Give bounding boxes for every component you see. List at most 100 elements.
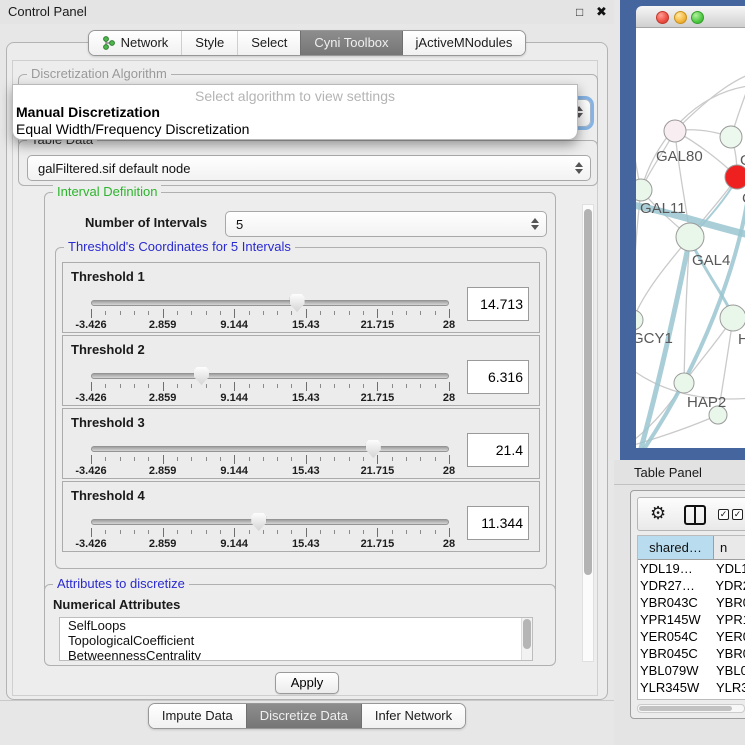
- slider-track[interactable]: [91, 300, 449, 306]
- number-of-intervals-combobox[interactable]: 5: [225, 211, 547, 237]
- network-node[interactable]: [720, 305, 745, 331]
- table-cell[interactable]: YPR145W: [638, 611, 714, 628]
- checkbox-icon[interactable]: ✓: [732, 509, 743, 520]
- slider-track[interactable]: [91, 519, 449, 525]
- tick-label: 2.859: [149, 392, 177, 404]
- close-traffic-light-icon[interactable]: [656, 11, 669, 24]
- network-node[interactable]: [674, 373, 694, 393]
- table-row[interactable]: YPR145WYPR1: [638, 611, 745, 628]
- tick-mark: [406, 530, 407, 534]
- column-header-name[interactable]: n: [714, 536, 745, 559]
- threshold-value-field[interactable]: [467, 506, 529, 540]
- table-cell[interactable]: YBR0: [714, 645, 745, 662]
- network-node[interactable]: [664, 120, 686, 142]
- table-cell[interactable]: YBR043C: [638, 594, 714, 611]
- table-data-combobox[interactable]: galFiltered.sif default node: [27, 155, 591, 181]
- control-panel-scrollbar[interactable]: [582, 204, 594, 662]
- table-cell[interactable]: YDL19…: [638, 560, 714, 577]
- tick-mark: [134, 457, 135, 461]
- tab-impute-data[interactable]: Impute Data: [149, 704, 246, 728]
- close-icon[interactable]: ✖: [596, 4, 607, 20]
- threshold-value-field[interactable]: [467, 360, 529, 394]
- table-cell[interactable]: YER0: [714, 628, 745, 645]
- table-cell[interactable]: YLR3: [714, 679, 745, 696]
- table-cell[interactable]: YIL053C: [638, 696, 714, 700]
- tick-mark: [220, 311, 221, 315]
- node-table[interactable]: shared… n YDL19…YDL1YDR27…YDR2YBR043CYBR…: [637, 535, 745, 700]
- dropdown-placeholder: Select algorithm to view settings: [13, 85, 577, 104]
- tab-style[interactable]: Style: [181, 31, 237, 55]
- attribute-list-item[interactable]: TopologicalCoefficient: [60, 633, 532, 648]
- tick-label: 28: [443, 392, 455, 404]
- minimize-traffic-light-icon[interactable]: [674, 11, 687, 24]
- table-cell[interactable]: YER054C: [638, 628, 714, 645]
- slider-track[interactable]: [91, 373, 449, 379]
- attribute-list-item[interactable]: SelfLoops: [60, 618, 532, 633]
- table-cell[interactable]: YLR345W: [638, 679, 714, 696]
- tick-mark: [263, 384, 264, 388]
- threshold-slider[interactable]: -3.4262.8599.14415.4321.71528: [91, 368, 449, 404]
- tab-discretize-data[interactable]: Discretize Data: [246, 704, 361, 728]
- apply-button[interactable]: Apply: [275, 672, 339, 694]
- network-window-titlebar: [636, 6, 745, 28]
- network-canvas[interactable]: GAL80GCGAL11GAL4GCY1HHAP2: [636, 28, 745, 448]
- tick-mark: [120, 384, 121, 388]
- attribute-list-item[interactable]: BetweennessCentrality: [60, 648, 532, 661]
- attributes-scrollbar[interactable]: [521, 618, 532, 660]
- scrollbar-thumb[interactable]: [584, 209, 592, 575]
- tick-mark: [377, 382, 378, 391]
- tab-jactivemnodules[interactable]: jActiveMNodules: [402, 31, 526, 55]
- threshold-slider[interactable]: -3.4262.8599.14415.4321.71528: [91, 295, 449, 331]
- column-layout-icon[interactable]: [684, 505, 706, 525]
- tab-infer-network[interactable]: Infer Network: [361, 704, 465, 728]
- table-data-group: Table Data galFiltered.sif default node: [18, 140, 598, 186]
- tick-mark: [449, 455, 450, 464]
- table-cell[interactable]: YDL1: [714, 560, 745, 577]
- table-row[interactable]: YBR045CYBR0: [638, 645, 745, 662]
- network-node[interactable]: [636, 179, 652, 201]
- table-cell[interactable]: YIL0: [714, 696, 745, 700]
- column-header-shared-name[interactable]: shared…: [638, 536, 714, 559]
- dropdown-option[interactable]: Equal Width/Frequency Discretization: [13, 121, 577, 138]
- table-row[interactable]: YDR27…YDR2: [638, 577, 745, 594]
- table-horizontal-scrollbar[interactable]: [637, 704, 745, 713]
- table-row[interactable]: YIL053CYIL0: [638, 696, 745, 700]
- tick-label: 28: [443, 465, 455, 477]
- slider-track[interactable]: [91, 446, 449, 452]
- zoom-traffic-light-icon[interactable]: [691, 11, 704, 24]
- table-cell[interactable]: YBL0: [714, 662, 745, 679]
- threshold-slider[interactable]: -3.4262.8599.14415.4321.71528: [91, 441, 449, 477]
- slider-ticks: [91, 455, 449, 464]
- network-node[interactable]: [676, 223, 704, 251]
- table-cell[interactable]: YBL079W: [638, 662, 714, 679]
- gear-icon[interactable]: ⚙: [650, 503, 666, 524]
- table-cell[interactable]: YBR045C: [638, 645, 714, 662]
- tab-label: Select: [251, 35, 287, 50]
- tab-cyni-toolbox[interactable]: Cyni Toolbox: [300, 31, 401, 55]
- threshold-slider[interactable]: -3.4262.8599.14415.4321.71528: [91, 514, 449, 550]
- table-row[interactable]: YBR043CYBR0: [638, 594, 745, 611]
- network-node[interactable]: [636, 310, 643, 330]
- table-row[interactable]: YLR345WYLR3: [638, 679, 745, 696]
- attributes-list[interactable]: SelfLoopsTopologicalCoefficientBetweenne…: [59, 617, 533, 661]
- table-row[interactable]: YER054CYER0: [638, 628, 745, 645]
- dropdown-option[interactable]: Manual Discretization: [13, 104, 577, 121]
- threshold-value-field[interactable]: [467, 433, 529, 467]
- table-row[interactable]: YBL079WYBL0: [638, 662, 745, 679]
- tab-network[interactable]: Network: [89, 31, 182, 55]
- network-node[interactable]: [720, 126, 742, 148]
- scrollbar-thumb[interactable]: [639, 706, 732, 711]
- network-edge[interactable]: [675, 74, 745, 131]
- checkbox-icon[interactable]: ✓: [718, 509, 729, 520]
- table-cell[interactable]: YPR1: [714, 611, 745, 628]
- control-panel: Control Panel □ ✖ NetworkStyleSelectCyni…: [0, 0, 614, 745]
- table-cell[interactable]: YBR0: [714, 594, 745, 611]
- tab-select[interactable]: Select: [237, 31, 300, 55]
- table-cell[interactable]: YDR2: [713, 577, 745, 594]
- float-window-icon[interactable]: □: [576, 5, 583, 19]
- scrollbar-thumb[interactable]: [523, 619, 531, 649]
- threshold-value-field[interactable]: [467, 287, 529, 321]
- network-graph[interactable]: GAL80GCGAL11GAL4GCY1HHAP2: [636, 28, 745, 448]
- table-cell[interactable]: YDR27…: [638, 577, 713, 594]
- table-row[interactable]: YDL19…YDL1: [638, 560, 745, 577]
